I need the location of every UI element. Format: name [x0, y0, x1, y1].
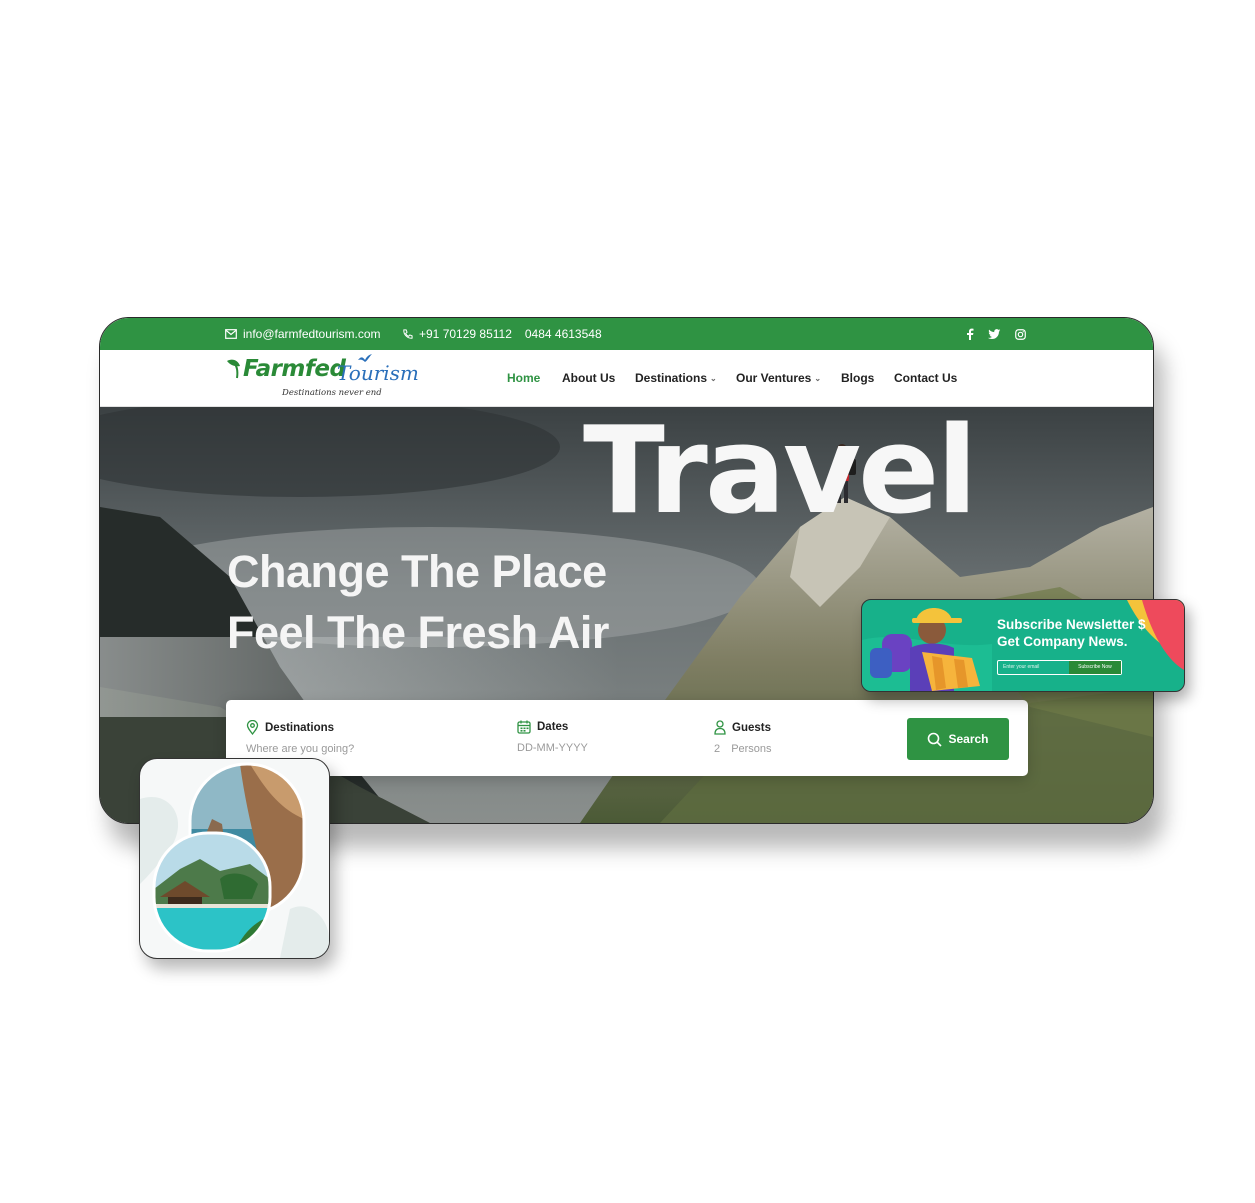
dates-field[interactable]: Dates DD-MM-YYYY	[517, 720, 588, 754]
person-icon	[714, 720, 726, 735]
calendar-icon	[517, 720, 531, 734]
email-text: info@farmfedtourism.com	[243, 327, 381, 341]
nav-destinations[interactable]: Destinations ⌄	[635, 350, 717, 406]
hero-big-word: Travel	[583, 407, 978, 541]
brand-name-part2: Tourism	[337, 361, 419, 385]
guests-label: Guests	[732, 721, 771, 734]
brand-tagline: Destinations never end	[282, 388, 382, 398]
newsletter-title: Subscribe Newsletter $ Get Company News.	[997, 616, 1146, 650]
envelope-icon	[225, 329, 237, 339]
newsletter-email-input[interactable]: Enter your email Subscribe Now	[997, 660, 1122, 675]
nav-home-label: Home	[507, 371, 541, 385]
facebook-icon[interactable]	[966, 328, 974, 340]
nav-destinations-label: Destinations	[635, 371, 708, 385]
destination-photos	[140, 762, 329, 958]
nav-contact-label: Contact Us	[894, 371, 958, 385]
dates-label: Dates	[537, 721, 569, 733]
nav-our-ventures[interactable]: Our Ventures ⌄	[736, 350, 821, 406]
guests-input[interactable]: 2 Persons	[714, 743, 772, 755]
twitter-icon[interactable]	[988, 328, 1001, 340]
newsletter-badge: Subscribe Newsletter $ Get Company News.…	[861, 599, 1185, 692]
subscribe-button[interactable]: Subscribe Now	[1069, 661, 1121, 674]
phone2-text: 0484 4613548	[524, 327, 602, 341]
nav-ventures-label: Our Ventures	[736, 371, 812, 385]
destinations-input[interactable]: Where are you going?	[246, 743, 354, 755]
nav-home[interactable]: Home	[507, 350, 540, 406]
destinations-label: Destinations	[265, 721, 335, 734]
guests-unit: Persons	[731, 743, 772, 755]
nav-blogs[interactable]: Blogs	[841, 350, 874, 406]
instagram-icon[interactable]	[1015, 328, 1026, 340]
newsletter-title-line1: Subscribe Newsletter $	[997, 617, 1146, 632]
email-contact[interactable]: info@farmfedtourism.com	[225, 318, 381, 350]
dates-input[interactable]: DD-MM-YYYY	[517, 742, 588, 754]
search-button-label: Search	[948, 732, 989, 746]
website-preview-card: info@farmfedtourism.com +91 70129 85112 …	[99, 317, 1154, 824]
nav-contact-us[interactable]: Contact Us	[894, 350, 957, 406]
guests-field[interactable]: Guests 2 Persons	[714, 720, 772, 755]
brand-logo[interactable]: Farmfed Tourism Destinations never end	[225, 354, 425, 402]
search-icon	[928, 732, 943, 747]
top-contact-bar: info@farmfedtourism.com +91 70129 85112 …	[100, 318, 1153, 350]
nav-about-label: About Us	[562, 371, 616, 385]
nav-blogs-label: Blogs	[841, 371, 875, 385]
destinations-field[interactable]: Destinations Where are you going?	[246, 720, 354, 755]
newsletter-title-line2: Get Company News.	[997, 634, 1128, 649]
guests-count: 2	[714, 743, 721, 755]
destination-photos-badge	[139, 758, 330, 959]
bird-logo-icon	[358, 354, 372, 362]
hero-headline-line1: Change The Place	[227, 546, 607, 597]
chevron-down-icon: ⌄	[710, 373, 717, 383]
phone-icon	[403, 328, 413, 339]
search-box: Destinations Where are you going? Dates …	[226, 700, 1028, 776]
social-links	[966, 318, 1026, 350]
location-pin-icon	[246, 720, 259, 735]
search-button[interactable]: Search	[907, 718, 1009, 760]
phone-text: +91 70129 85112	[419, 327, 512, 341]
hero-headline-line2: Feel The Fresh Air	[227, 607, 609, 658]
main-navbar: Farmfed Tourism Destinations never end H…	[100, 350, 1153, 407]
chevron-down-icon: ⌄	[814, 373, 822, 383]
newsletter-email-placeholder: Enter your email	[1003, 664, 1040, 670]
nav-about-us[interactable]: About Us	[562, 350, 615, 406]
brand-name-part1: Farmfed	[243, 356, 346, 382]
phone-contact[interactable]: +91 70129 85112 0484 4613548	[402, 318, 602, 350]
